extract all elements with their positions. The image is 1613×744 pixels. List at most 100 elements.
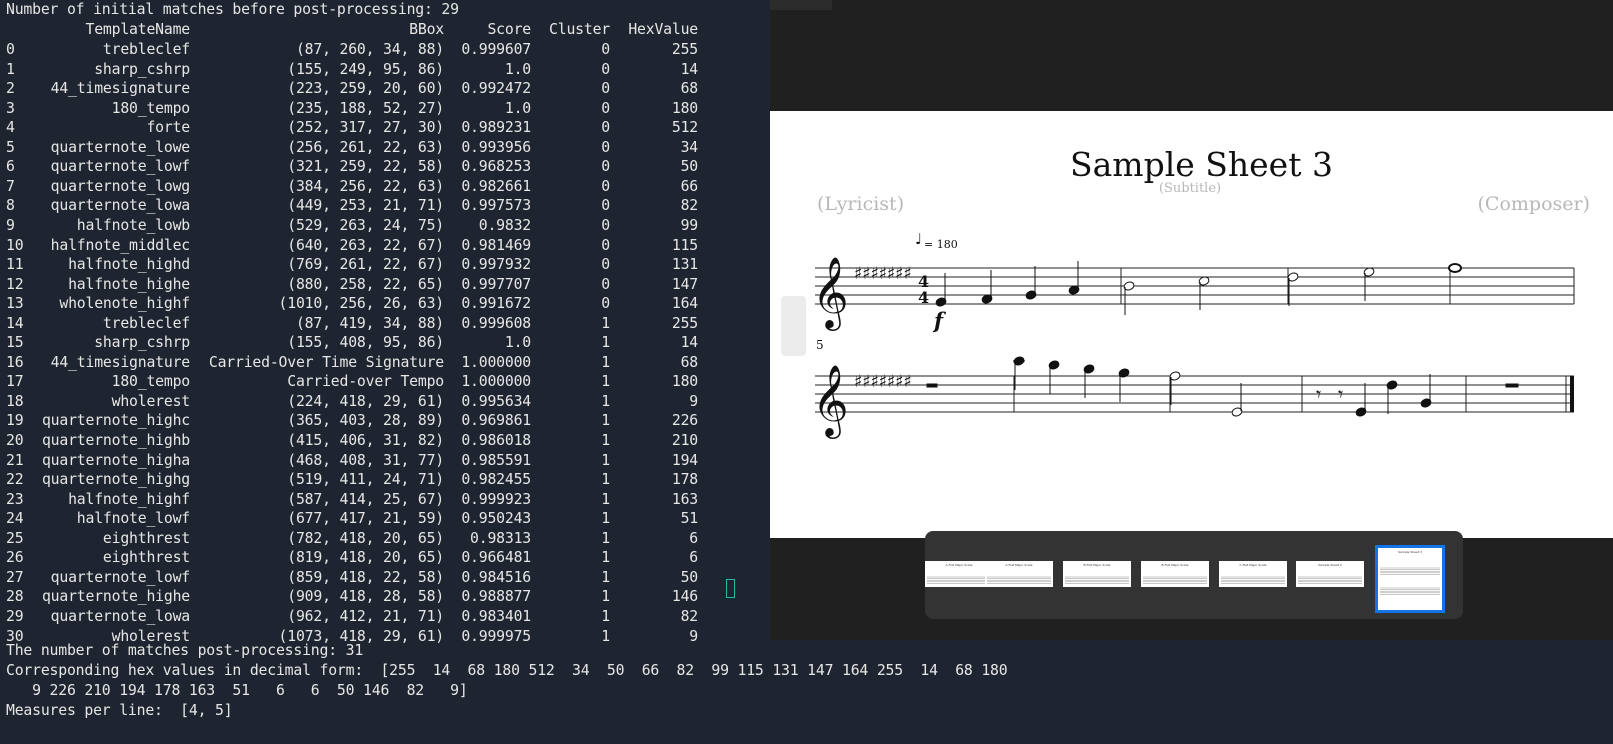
thumbnail[interactable]: C Flat Major Scale [1219,561,1287,587]
row-score: 0.997573 [461,197,531,215]
row-bbox: (321, 259, 22, 58) [287,158,444,176]
row-score: 0.984516 [461,568,531,586]
row-score: 0.999608 [461,314,531,332]
row-score: 0.993956 [461,138,531,156]
row-score: 0.982661 [461,177,531,195]
thumbnail-staff-preview [1221,576,1285,584]
row-hexvalue: 14 [680,334,699,352]
row-hexvalue: 50 [680,568,699,586]
row-template-name: halfnote_highe [68,275,190,293]
image-viewer-window[interactable]: Sample Sheet 3 (Subtitle) (Lyricist) (Co… [770,0,1613,640]
row-score: 0.997707 [461,275,531,293]
row-cluster: 0 [601,119,610,137]
sheet-music-image[interactable]: Sample Sheet 3 (Subtitle) (Lyricist) (Co… [770,111,1613,538]
row-hexvalue: 68 [680,80,699,98]
row-hexvalue: 99 [680,216,699,234]
row-hexvalue: 34 [680,138,699,156]
row-template-name: halfnote_lowb [76,216,190,234]
row-bbox: (252, 317, 27, 30) [287,119,444,137]
thumbnail-staff-preview [1298,576,1362,584]
row-hexvalue: 66 [680,177,699,195]
thumbnail-staff-preview [927,576,991,584]
row-bbox: (859, 418, 22, 58) [287,568,444,586]
row-template-name: 180_tempo [111,373,191,391]
row-template-name: quarternote_highe [41,588,190,606]
hex-values-line-2: 9 226 210 194 178 163 51 6 6 50 146 82 9… [6,682,468,699]
row-score: 0.992472 [461,80,531,98]
row-bbox: (909, 418, 28, 58) [287,588,444,606]
row-bbox: (880, 258, 22, 65) [287,275,444,293]
row-hexvalue: 68 [680,353,699,371]
row-score: 0.997932 [461,256,531,274]
key-sharps-1: ♯♯♯♯♯♯♯ [854,264,912,284]
row-score: 0.999607 [461,41,531,58]
thumbnail[interactable]: B Flat Major Scale [1141,561,1209,587]
row-hexvalue: 131 [671,256,698,274]
row-cluster: 0 [601,256,610,274]
row-hexvalue: 14 [680,60,699,78]
thumbnail[interactable]: Sample Sheet 3 [1375,545,1445,613]
row-score: 0.98313 [470,529,531,547]
row-bbox: (87, 419, 34, 88) [295,314,444,332]
row-cluster: 0 [601,295,610,313]
row-hexvalue: 180 [671,373,698,391]
row-bbox: (155, 249, 95, 86) [287,60,444,78]
thumbnail-staff-preview [987,576,1051,584]
treble-clef-2: 𝄞 [812,363,849,439]
row-bbox: (769, 261, 22, 67) [287,256,444,274]
row-bbox: (449, 253, 21, 71) [287,197,444,215]
viewer-title-bar [770,0,832,10]
row-hexvalue: 82 [680,197,699,215]
row-template-name: halfnote_highd [68,256,190,274]
post-processing-count-line: The number of matches post-processing: 3… [6,642,364,659]
row-score: 0.991672 [461,295,531,313]
row-hexvalue: 51 [680,510,699,528]
row-cluster: 1 [601,588,610,606]
row-score: 1.0 [504,99,531,117]
thumbnail[interactable]: Sample Sheet 2 [1296,561,1364,587]
row-bbox: (223, 259, 20, 60) [287,80,444,98]
row-bbox: (587, 414, 25, 67) [287,490,444,508]
row-cluster: 0 [601,80,610,98]
row-score: 0.983401 [461,607,531,625]
row-bbox: (1010, 256, 26, 63) [278,295,445,313]
row-hexvalue: 164 [671,295,698,313]
row-template-name: eighthrest [102,549,190,567]
thumbnail[interactable]: A Flat Major Scale [925,561,993,587]
row-bbox: (640, 263, 22, 67) [287,236,444,254]
thumbnail[interactable]: A Flat Major Scale [985,561,1053,587]
row-bbox: (224, 418, 29, 61) [287,392,444,410]
row-score: 1.0 [504,60,531,78]
row-score: 0.969861 [461,412,531,430]
row-cluster: 1 [601,373,610,391]
row-template-name: quarternote_lowf [50,568,191,586]
row-score: 0.988877 [461,588,531,606]
col-header-cluster: Cluster [549,21,610,38]
row-score: 0.995634 [461,392,531,410]
row-hexvalue: 115 [671,236,698,254]
row-template-name: sharp_cshrp [94,334,190,352]
row-bbox: (782, 418, 20, 65) [287,529,444,547]
row-score: 1.000000 [461,353,531,371]
svg-text:𝄾: 𝄾 [1338,382,1343,406]
row-cluster: 0 [601,275,610,293]
row-hexvalue: 163 [671,490,698,508]
row-score: 0.986018 [461,432,531,449]
row-template-name: 44_timesignature [50,353,191,371]
row-cluster: 1 [601,412,610,430]
previous-image-handle[interactable] [781,296,806,356]
col-header-score: Score [487,21,531,38]
thumbnail-staff-preview [1143,576,1207,584]
thumbnail[interactable]: B Flat Major Scale [1063,561,1131,587]
row-hexvalue: 512 [671,119,698,137]
row-score: 0.999923 [461,490,531,508]
row-template-name: quarternote_lowa [50,607,191,625]
whole-rest-1 [926,383,938,388]
row-hexvalue: 255 [671,314,698,332]
row-cluster: 0 [601,197,610,215]
row-cluster: 1 [601,549,610,567]
row-cluster: 0 [601,177,610,195]
row-score: 1.000000 [461,373,531,391]
row-cluster: 0 [601,99,610,117]
row-bbox: (519, 411, 24, 71) [287,471,444,489]
